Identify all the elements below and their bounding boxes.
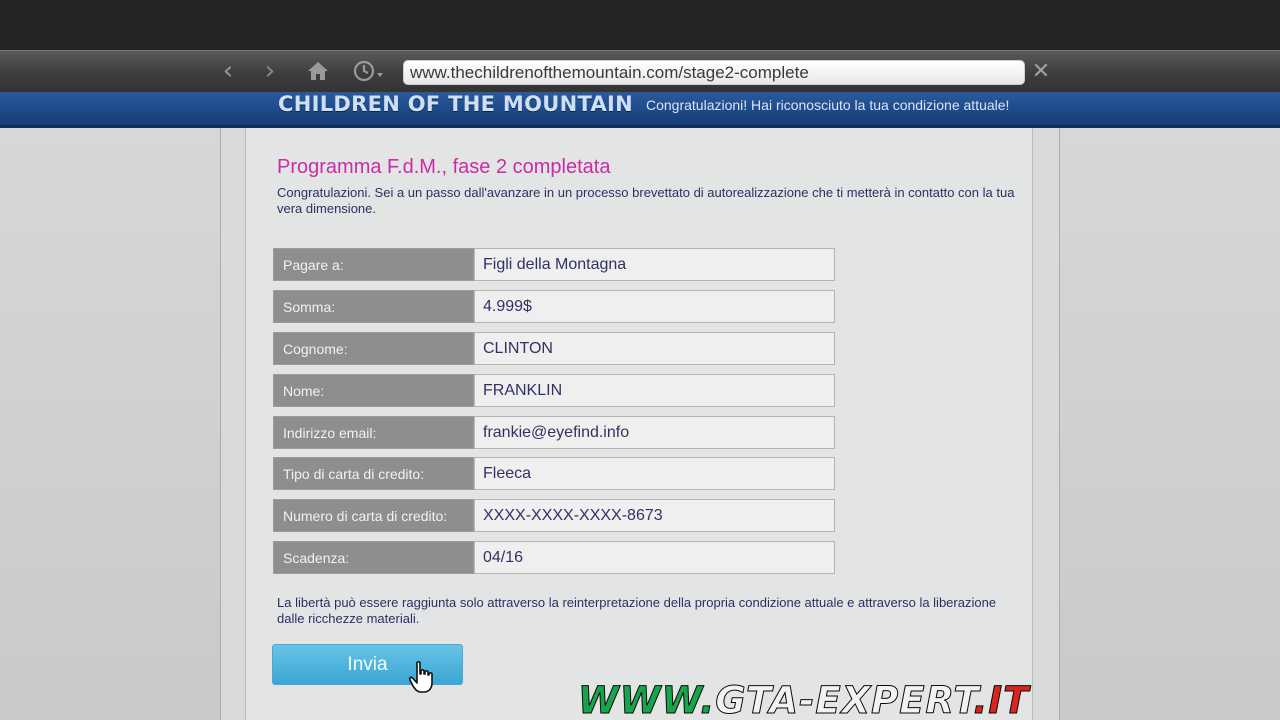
page-heading: Programma F.d.M., fase 2 completata [277, 156, 611, 178]
form-label: Nome: [273, 374, 474, 407]
left-panel [0, 128, 220, 720]
card-type-field[interactable]: Fleeca [474, 457, 835, 490]
form-row-pay-to: Pagare a: Figli della Montagna [273, 248, 835, 281]
form-label: Scadenza: [273, 541, 474, 574]
form-label: Numero di carta di credito: [273, 499, 474, 532]
form-row-surname: Cognome: CLINTON [273, 332, 835, 365]
chevron-left-icon: ‹ [222, 56, 234, 86]
address-bar[interactable]: www.thechildrenofthemountain.com/stage2-… [403, 60, 1025, 85]
intro-text: Congratulazioni. Sei a un passo dall'ava… [277, 185, 1015, 216]
home-icon [308, 62, 328, 80]
form-value: Figli della Montagna [474, 248, 835, 281]
email-field[interactable]: frankie@eyefind.info [474, 416, 835, 449]
footer-text: La libertà può essere raggiunta solo att… [277, 595, 997, 626]
form-label: Indirizzo email: [273, 416, 474, 449]
form-label: Cognome: [273, 332, 474, 365]
chevron-right-icon: › [264, 56, 276, 86]
close-button[interactable]: ✕ [1028, 55, 1054, 87]
form-row-amount: Somma: 4.999$ [273, 290, 835, 323]
card-number-field[interactable]: XXXX-XXXX-XXXX-8673 [474, 499, 835, 532]
form-label: Pagare a: [273, 248, 474, 281]
hand-cursor-icon [408, 661, 433, 693]
form-label: Tipo di carta di credito: [273, 457, 474, 490]
form-label: Somma: [273, 290, 474, 323]
watermark-part-2: GTA-EXPERT [715, 679, 974, 720]
watermark: WWW.GTA-EXPERT.IT [577, 679, 1030, 720]
top-bar [0, 0, 1280, 50]
form-row-email: Indirizzo email: frankie@eyefind.info [273, 416, 835, 449]
forward-button[interactable]: › [256, 55, 284, 87]
watermark-part-3: .IT [973, 679, 1030, 720]
surname-field[interactable]: CLINTON [474, 332, 835, 365]
expiry-field[interactable]: 04/16 [474, 541, 835, 574]
right-panel [1060, 128, 1280, 720]
site-title: CHILDREN OF THE MOUNTAIN [278, 92, 633, 116]
name-field[interactable]: FRANKLIN [474, 374, 835, 407]
clock-icon [353, 60, 383, 82]
watermark-part-1: WWW. [577, 679, 716, 720]
form-row-expiry: Scadenza: 04/16 [273, 541, 835, 574]
site-tagline: Congratulazioni! Hai riconosciuto la tua… [646, 97, 1010, 113]
back-button[interactable]: ‹ [214, 55, 242, 87]
form-value: 4.999$ [474, 290, 835, 323]
form-row-card-type: Tipo di carta di credito: Fleeca [273, 457, 835, 490]
form-row-name: Nome: FRANKLIN [273, 374, 835, 407]
history-button[interactable] [350, 55, 390, 87]
home-button[interactable] [304, 55, 332, 87]
form-row-card-number: Numero di carta di credito: XXXX-XXXX-XX… [273, 499, 835, 532]
close-icon: ✕ [1031, 58, 1051, 84]
browser-navbar: ‹ › www.thechildrenofthemountain.com/sta… [0, 50, 1280, 92]
site-header: CHILDREN OF THE MOUNTAIN Congratulazioni… [0, 92, 1280, 128]
